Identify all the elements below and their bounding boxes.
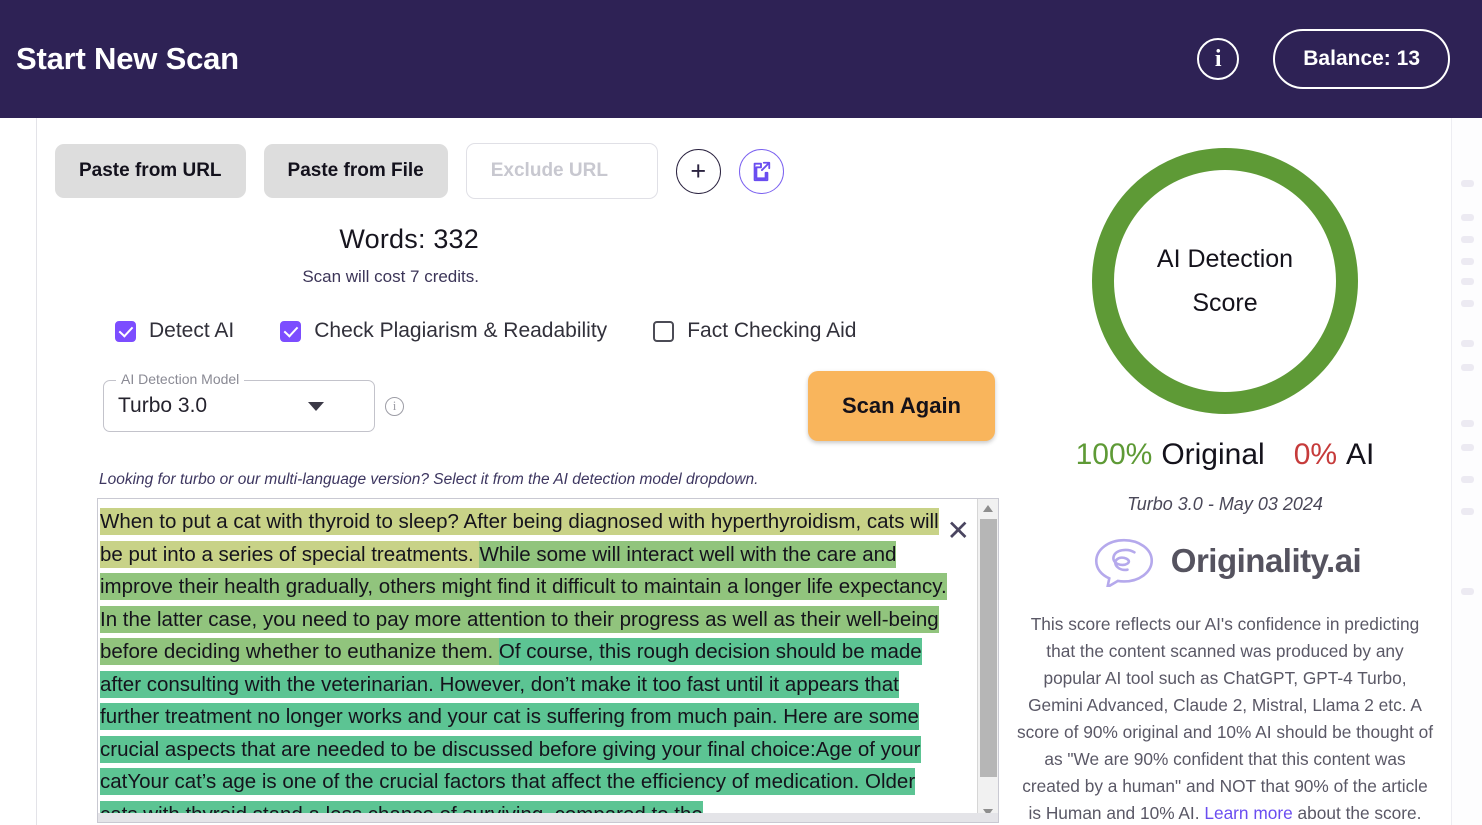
paste-from-file-button[interactable]: Paste from File xyxy=(263,144,448,198)
scrollbar-thumb[interactable] xyxy=(980,519,997,777)
rail-mark xyxy=(1461,214,1474,221)
rail-mark xyxy=(1461,508,1474,515)
score-explanation-part1: This score reflects our AI's confidence … xyxy=(1017,614,1433,823)
rail-mark xyxy=(1461,444,1474,451)
text-segment: Of course, this rough decision should be… xyxy=(100,638,922,822)
option-label: Detect AI xyxy=(149,319,235,342)
rail-mark xyxy=(1461,588,1474,595)
ai-detection-model-value: Turbo 3.0 xyxy=(118,394,208,417)
close-icon[interactable]: ✕ xyxy=(947,517,970,545)
scroll-up-icon[interactable] xyxy=(983,505,993,512)
page-title: Start New Scan xyxy=(16,41,239,76)
option-fact-checking[interactable]: Fact Checking Aid xyxy=(653,319,856,343)
chevron-down-icon[interactable] xyxy=(308,401,324,411)
model-version-date: Turbo 3.0 - May 03 2024 xyxy=(1127,494,1323,514)
learn-more-link[interactable]: Learn more xyxy=(1204,803,1292,823)
input-toolbar: Paste from URL Paste from File Exclude U… xyxy=(37,143,999,199)
rail-mark xyxy=(1461,180,1474,187)
ai-detection-model-legend: AI Detection Model xyxy=(116,371,245,387)
option-check-plagiarism[interactable]: Check Plagiarism & Readability xyxy=(280,319,607,343)
word-stats: Words: 332 Scan will cost 7 credits. xyxy=(37,224,999,287)
rail-mark xyxy=(1461,340,1474,347)
checkbox-detect-ai[interactable] xyxy=(115,320,136,342)
rail-mark xyxy=(1461,420,1474,427)
info-icon[interactable]: i xyxy=(1197,38,1240,80)
score-explanation-part2: about the score. xyxy=(1292,803,1422,823)
brand-name: Originality.ai xyxy=(1170,542,1362,579)
ai-detection-model-select[interactable]: AI Detection Model Turbo 3.0 xyxy=(103,371,375,432)
rail-mark xyxy=(1461,258,1474,265)
scanned-text-content[interactable]: When to put a cat with thyroid to sleep?… xyxy=(98,499,998,822)
add-icon[interactable]: + xyxy=(675,148,721,194)
model-row: AI Detection Model Turbo 3.0 i Scan Agai… xyxy=(37,371,999,441)
ai-detection-score-ring: AI Detection Score xyxy=(1092,148,1358,414)
word-count: Words: 332 xyxy=(339,224,479,254)
page-body: Paste from URL Paste from File Exclude U… xyxy=(0,118,1482,825)
scan-input-panel: Paste from URL Paste from File Exclude U… xyxy=(37,118,999,825)
original-percent: 100% xyxy=(1075,438,1153,471)
ai-label: AI xyxy=(1346,438,1375,471)
ai-percent: 0% xyxy=(1293,438,1338,471)
model-info-icon[interactable]: i xyxy=(385,396,404,416)
rail-mark xyxy=(1461,476,1474,483)
model-hint-text: Looking for turbo or our multi-language … xyxy=(99,471,759,488)
scan-cost-note: Scan will cost 7 credits. xyxy=(302,267,479,286)
checkbox-check-plagiarism[interactable] xyxy=(280,320,302,342)
page-scrollbar-rail[interactable] xyxy=(1451,118,1482,825)
scan-options: Detect AI Check Plagiarism & Readability… xyxy=(37,319,999,343)
paste-from-url-button[interactable]: Paste from URL xyxy=(55,144,246,198)
rail-mark xyxy=(1461,300,1474,307)
editor-scrollbar[interactable] xyxy=(977,499,998,822)
score-explanation: This score reflects our AI's confidence … xyxy=(1016,611,1434,825)
brand-logo: Originality.ai xyxy=(999,535,1451,587)
option-label: Fact Checking Aid xyxy=(687,319,857,342)
score-ring-line1: AI Detection xyxy=(1156,245,1294,273)
option-label: Check Plagiarism & Readability xyxy=(314,319,608,342)
scan-result-panel: AI Detection Score 100% Original 0% AI T… xyxy=(999,118,1451,825)
external-link-icon[interactable] xyxy=(738,148,784,194)
scan-again-button[interactable]: Scan Again xyxy=(808,371,995,441)
exclude-url-input[interactable]: Exclude URL xyxy=(465,143,658,199)
brain-icon xyxy=(1094,538,1153,587)
checkbox-fact-checking[interactable] xyxy=(653,320,675,342)
header-actions: i Balance: 13 xyxy=(1197,29,1450,89)
rail-mark xyxy=(1461,236,1474,243)
scanned-text-editor[interactable]: When to put a cat with thyroid to sleep?… xyxy=(97,498,999,823)
rail-mark xyxy=(1461,278,1474,285)
score-breakdown: 100% Original 0% AI xyxy=(999,438,1451,472)
original-label: Original xyxy=(1161,438,1265,471)
left-rail-divider xyxy=(0,118,37,825)
app-header: Start New Scan i Balance: 13 xyxy=(0,0,1482,118)
editor-horizontal-scrollbar[interactable] xyxy=(98,813,998,822)
option-detect-ai[interactable]: Detect AI xyxy=(115,319,234,343)
rail-mark xyxy=(1461,364,1474,371)
balance-badge[interactable]: Balance: 13 xyxy=(1273,29,1450,89)
score-ring-line2: Score xyxy=(1192,289,1258,317)
